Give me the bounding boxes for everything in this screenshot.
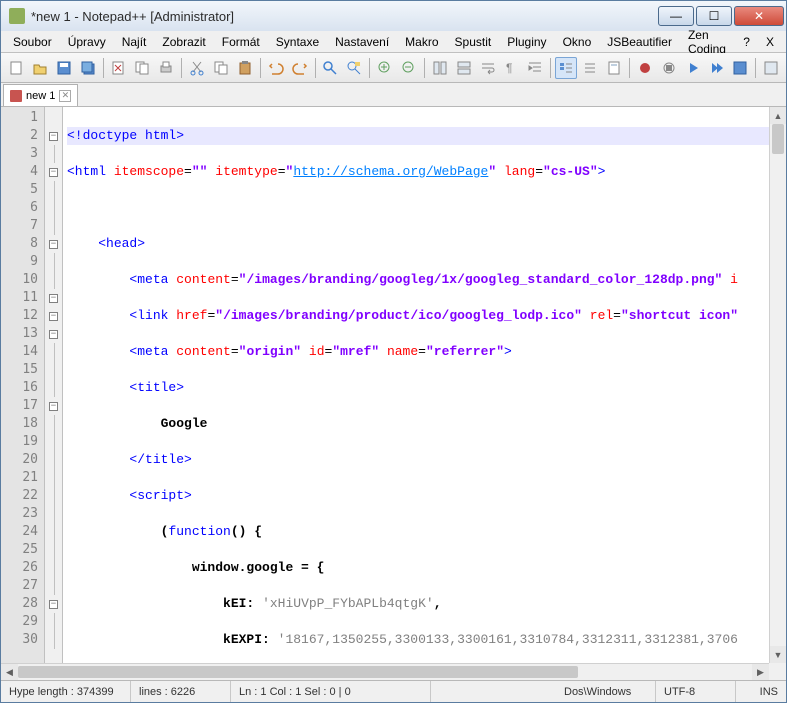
- cut-icon[interactable]: [186, 57, 208, 79]
- zoom-out-icon[interactable]: [398, 57, 420, 79]
- undo-icon[interactable]: [265, 57, 287, 79]
- stop-record-icon[interactable]: [658, 57, 680, 79]
- sync-v-icon[interactable]: [429, 57, 451, 79]
- tabbar: new 1 ✕: [1, 83, 786, 107]
- allchars-icon[interactable]: ¶: [501, 57, 523, 79]
- menu-syntaxe[interactable]: Syntaxe: [268, 33, 327, 51]
- menu-pluginy[interactable]: Pluginy: [499, 33, 554, 51]
- save-all-icon[interactable]: [77, 57, 99, 79]
- menu-soubor[interactable]: Soubor: [5, 33, 60, 51]
- func-list-icon[interactable]: [579, 57, 601, 79]
- scroll-corner: [769, 663, 786, 680]
- menu-x[interactable]: X: [758, 33, 782, 51]
- record-icon[interactable]: [634, 57, 656, 79]
- status-mode: INS: [736, 681, 786, 702]
- titlebar: *new 1 - Notepad++ [Administrator] — ☐ ✕: [1, 1, 786, 31]
- indent-icon[interactable]: [525, 57, 547, 79]
- copy-icon[interactable]: [210, 57, 232, 79]
- menu-makro[interactable]: Makro: [397, 33, 446, 51]
- extra-icon[interactable]: [760, 57, 782, 79]
- zoom-in-icon[interactable]: [374, 57, 396, 79]
- tab-label: new 1: [26, 90, 55, 102]
- sync-h-icon[interactable]: [453, 57, 475, 79]
- doc-list-icon[interactable]: [555, 57, 577, 79]
- new-file-icon[interactable]: [5, 57, 27, 79]
- line-numbers: 1234567891011121314151617181920212223242…: [1, 107, 45, 680]
- menu-najit[interactable]: Najít: [114, 33, 155, 51]
- scroll-up-icon[interactable]: ▲: [770, 107, 786, 124]
- replace-icon[interactable]: [343, 57, 365, 79]
- menubar: Soubor Úpravy Najít Zobrazit Formát Synt…: [1, 31, 786, 53]
- status-enc: UTF-8: [656, 681, 736, 702]
- scroll-thumb-v[interactable]: [772, 124, 784, 154]
- toolbar: ¶: [1, 53, 786, 83]
- scroll-down-icon[interactable]: ▼: [770, 646, 786, 663]
- doc-map-icon[interactable]: [603, 57, 625, 79]
- redo-icon[interactable]: [289, 57, 311, 79]
- fold-gutter[interactable]: − − − − − − − −: [45, 107, 63, 680]
- save-macro-icon[interactable]: [730, 57, 752, 79]
- play-icon[interactable]: [682, 57, 704, 79]
- window-title: *new 1 - Notepad++ [Administrator]: [31, 9, 656, 24]
- open-file-icon[interactable]: [29, 57, 51, 79]
- editor[interactable]: 1234567891011121314151617181920212223242…: [1, 107, 786, 680]
- status-eol: Dos\Windows: [556, 681, 656, 702]
- print-icon[interactable]: [155, 57, 177, 79]
- scroll-left-icon[interactable]: ◀: [1, 664, 18, 680]
- close-button[interactable]: ✕: [734, 6, 784, 26]
- menu-zobrazit[interactable]: Zobrazit: [154, 33, 213, 51]
- maximize-button[interactable]: ☐: [696, 6, 732, 26]
- menu-format[interactable]: Formát: [214, 33, 268, 51]
- find-icon[interactable]: [320, 57, 342, 79]
- app-icon: [9, 8, 25, 24]
- status-pos: Ln : 1 Col : 1 Sel : 0 | 0: [231, 681, 431, 702]
- svg-text:¶: ¶: [506, 61, 512, 75]
- tab-new1[interactable]: new 1 ✕: [3, 84, 78, 106]
- tab-modified-icon: [10, 90, 22, 102]
- paste-icon[interactable]: [234, 57, 256, 79]
- close-file-icon[interactable]: [108, 57, 130, 79]
- scroll-thumb-h[interactable]: [18, 666, 578, 678]
- scroll-right-icon[interactable]: ▶: [752, 664, 769, 680]
- menu-spustit[interactable]: Spustit: [447, 33, 500, 51]
- save-icon[interactable]: [53, 57, 75, 79]
- tab-close-icon[interactable]: ✕: [59, 90, 71, 102]
- statusbar: Hype length : 374399 lines : 6226 Ln : 1…: [1, 680, 786, 702]
- close-all-icon[interactable]: [131, 57, 153, 79]
- menu-jsbeautifier[interactable]: JSBeautifier: [599, 33, 680, 51]
- menu-nastaveni[interactable]: Nastavení: [327, 33, 397, 51]
- menu-okno[interactable]: Okno: [555, 33, 600, 51]
- menu-help[interactable]: ?: [735, 33, 758, 51]
- status-lines: lines : 6226: [131, 681, 231, 702]
- code-area[interactable]: <!doctype html> <html itemscope="" itemt…: [63, 107, 786, 680]
- horizontal-scrollbar[interactable]: ◀ ▶: [1, 663, 769, 680]
- menu-upravy[interactable]: Úpravy: [60, 33, 114, 51]
- status-length: Hype length : 374399: [1, 681, 131, 702]
- vertical-scrollbar[interactable]: ▲ ▼: [769, 107, 786, 663]
- play-multi-icon[interactable]: [706, 57, 728, 79]
- minimize-button[interactable]: —: [658, 6, 694, 26]
- wrap-icon[interactable]: [477, 57, 499, 79]
